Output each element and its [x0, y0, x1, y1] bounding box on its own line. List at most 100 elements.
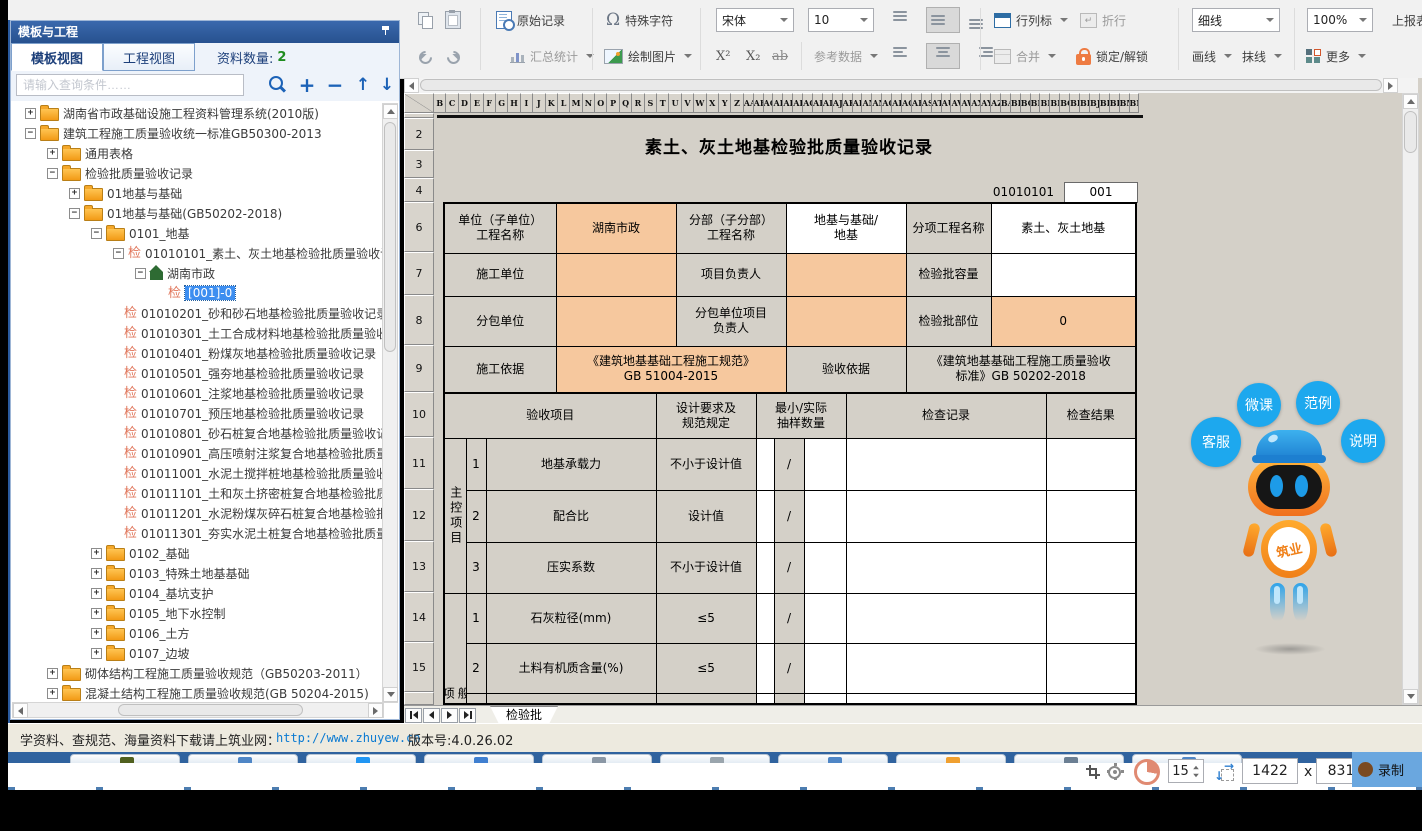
tree-expander-icon[interactable]: + — [47, 148, 58, 159]
align-middle-button[interactable] — [926, 7, 960, 33]
form-serial[interactable]: 001 — [1064, 182, 1138, 203]
taskbar-item[interactable] — [542, 754, 652, 763]
column-header[interactable]: AH — [813, 93, 823, 113]
more-button[interactable]: 更多 — [1306, 40, 1366, 72]
column-header[interactable]: S — [645, 93, 657, 113]
column-header[interactable]: BB — [1011, 93, 1021, 113]
form-cell[interactable] — [1046, 643, 1136, 693]
column-header[interactable]: BA — [1001, 93, 1011, 113]
row-header[interactable]: 6 — [404, 202, 434, 252]
summary-stats-button[interactable]: 汇总统计 — [510, 40, 594, 72]
website-link[interactable]: http://www.zhuyew.cn — [276, 731, 421, 745]
column-header[interactable]: AW — [961, 93, 971, 113]
column-header[interactable]: C — [446, 93, 458, 113]
column-header[interactable]: R — [632, 93, 644, 113]
column-header[interactable]: BC — [1021, 93, 1031, 113]
column-header[interactable]: AE — [783, 93, 793, 113]
form-cell[interactable] — [756, 490, 774, 542]
row-header[interactable]: 7 — [404, 252, 434, 295]
form-cell[interactable]: 项目负责人 — [676, 253, 786, 296]
tree-expander-icon[interactable]: + — [91, 628, 102, 639]
special-chars-button[interactable]: Ω 特殊字符 — [606, 4, 673, 36]
form-cell[interactable] — [756, 593, 774, 643]
column-header[interactable]: BK — [1100, 93, 1110, 113]
column-header[interactable]: F — [484, 93, 496, 113]
tree-item[interactable]: −建筑工程施工质量验收统一标准GB50300-2013 — [13, 123, 385, 143]
column-header[interactable]: BJ — [1090, 93, 1100, 113]
column-header[interactable]: AY — [981, 93, 991, 113]
items-header-cell[interactable]: 检查记录 — [846, 393, 1046, 438]
column-header[interactable]: AL — [853, 93, 863, 113]
items-header-cell[interactable]: 验收项目 — [444, 393, 656, 438]
form-cell[interactable] — [774, 693, 804, 704]
column-header[interactable]: AJ — [833, 93, 843, 113]
column-header[interactable]: AV — [951, 93, 961, 113]
column-header[interactable]: I — [521, 93, 533, 113]
row-header[interactable]: 9 — [404, 345, 434, 392]
tree-item[interactable]: 检01010301_土工合成材料地基检验批质量验收记录 — [13, 323, 385, 343]
column-header[interactable]: AU — [942, 93, 952, 113]
sheet-tab[interactable]: 检验批 — [490, 706, 558, 724]
tree-item[interactable]: +0102_基础 — [13, 543, 385, 563]
reference-data-button[interactable]: 参考数据 — [814, 40, 878, 72]
column-header[interactable]: AA — [744, 93, 754, 113]
form-cell[interactable]: 配合比 — [486, 490, 656, 542]
form-cell[interactable] — [1046, 593, 1136, 643]
column-header[interactable]: Z — [731, 93, 743, 113]
form-cell[interactable]: 分项工程名称 — [906, 203, 991, 253]
column-header[interactable]: AR — [912, 93, 922, 113]
column-header[interactable]: M — [570, 93, 582, 113]
lock-unlock-button[interactable]: 锁定/解锁 — [1076, 40, 1148, 72]
row-header[interactable]: 2 — [404, 118, 434, 150]
column-header[interactable]: AI — [823, 93, 833, 113]
column-header[interactable]: V — [682, 93, 694, 113]
form-cell[interactable]: / — [774, 438, 804, 490]
settings-button[interactable] — [1108, 757, 1121, 787]
form-cell[interactable] — [466, 693, 486, 704]
form-cell[interactable] — [991, 253, 1136, 296]
column-header[interactable]: AG — [803, 93, 813, 113]
tree-item[interactable]: +0103_特殊土地基基础 — [13, 563, 385, 583]
form-cell[interactable]: / — [774, 593, 804, 643]
column-header[interactable]: T — [657, 93, 669, 113]
taskbar-item[interactable] — [188, 754, 298, 763]
search-input[interactable] — [16, 74, 244, 96]
font-name-select[interactable]: 宋体 — [716, 8, 794, 32]
tree-item[interactable]: 检01010701_预压地基检验批质量验收记录 — [13, 403, 385, 423]
form-cell[interactable]: 1 — [466, 593, 486, 643]
last-sheet-button[interactable] — [459, 708, 476, 723]
form-cell[interactable] — [756, 693, 774, 704]
column-header[interactable]: AC — [764, 93, 774, 113]
taskbar-item[interactable] — [424, 754, 534, 763]
subscript-button[interactable]: X₂ — [746, 40, 760, 72]
row-header[interactable] — [404, 692, 434, 705]
form-cell[interactable]: ≤5 — [656, 593, 756, 643]
align-bottom-button[interactable] — [964, 7, 998, 33]
form-cell[interactable] — [786, 253, 906, 296]
form-cell[interactable]: 分包单位项目 负责人 — [676, 296, 786, 346]
form-cell[interactable] — [556, 253, 676, 296]
items-header-cell[interactable]: 设计要求及 规范规定 — [656, 393, 756, 438]
row-header[interactable]: 10 — [404, 392, 434, 437]
tree-expander-icon[interactable]: − — [135, 268, 146, 279]
tree-item[interactable]: 检01010401_粉煤灰地基检验批质量验收记录 — [13, 343, 385, 363]
column-header[interactable]: AK — [843, 93, 853, 113]
form-cell[interactable]: 不小于设计值 — [656, 438, 756, 490]
tree-expander-icon[interactable]: + — [91, 648, 102, 659]
micro-course-button[interactable]: 微课 — [1237, 383, 1281, 427]
form-cell[interactable]: 分部（子分部） 工程名称 — [676, 203, 786, 253]
undo-button[interactable] — [418, 40, 434, 72]
add-node-icon[interactable]: + — [295, 72, 319, 98]
form-cell[interactable]: 湖南市政 — [556, 203, 676, 253]
column-header[interactable]: O — [595, 93, 607, 113]
next-sheet-button[interactable] — [441, 708, 458, 723]
interval-stepper[interactable]: 15 — [1168, 759, 1204, 783]
document-hscrollbar[interactable] — [404, 78, 1418, 93]
tree-item[interactable]: +通用表格 — [13, 143, 385, 163]
prev-sheet-button[interactable] — [423, 708, 440, 723]
tree-item[interactable]: −01地基与基础(GB50202-2018) — [13, 203, 385, 223]
column-header[interactable]: BG — [1060, 93, 1070, 113]
tree-item[interactable]: 检[001]-0 — [13, 283, 385, 303]
row-header[interactable]: 8 — [404, 295, 434, 345]
form-cell[interactable] — [804, 438, 846, 490]
